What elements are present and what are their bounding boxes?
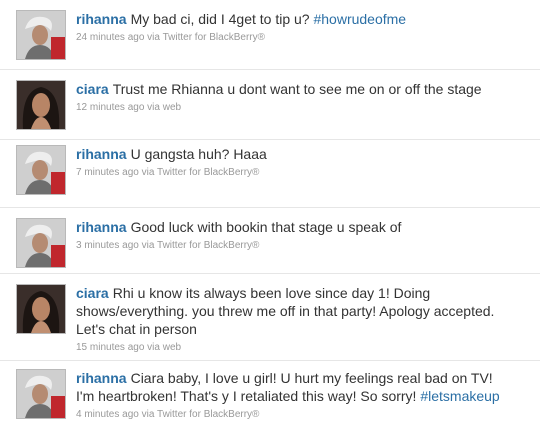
via-label: via [141, 167, 155, 178]
source-link[interactable]: Twitter for BlackBerry® [157, 409, 259, 420]
via-label: via [147, 102, 160, 113]
tweet-message: My bad ci, did I 4get to tip u? [130, 11, 310, 27]
avatar[interactable] [16, 218, 66, 268]
source-link[interactable]: web [163, 342, 181, 353]
username-link[interactable]: rihanna [76, 219, 127, 235]
divider [0, 139, 540, 140]
avatar[interactable] [16, 369, 66, 419]
source-link[interactable]: Twitter for BlackBerry® [157, 167, 259, 178]
hashtag-link[interactable]: #howrudeofme [313, 11, 406, 27]
tweet-feed: rihanna My bad ci, did I 4get to tip u? #… [0, 0, 540, 443]
tweet-meta: 24 minutes ago via Twitter for BlackBerr… [76, 31, 526, 44]
divider [0, 360, 540, 361]
avatar[interactable] [16, 284, 66, 334]
tweet-meta: 15 minutes ago via web [76, 341, 496, 354]
timestamp-link[interactable]: 3 minutes ago [76, 240, 139, 251]
avatar[interactable] [16, 10, 66, 60]
rihanna-avatar-image [17, 11, 65, 59]
timestamp-link[interactable]: 4 minutes ago [76, 409, 139, 420]
tweet-meta: 3 minutes ago via Twitter for BlackBerry… [76, 239, 526, 252]
avatar[interactable] [16, 80, 66, 130]
tweet-text: ciara Trust me Rhianna u dont want to see… [76, 80, 526, 98]
source-link[interactable]: Twitter for BlackBerry® [163, 32, 265, 43]
via-label: via [141, 409, 155, 420]
username-link[interactable]: rihanna [76, 146, 127, 162]
divider [0, 69, 540, 70]
via-label: via [147, 32, 160, 43]
rihanna-avatar-image [17, 370, 65, 418]
rihanna-avatar-image [17, 219, 65, 267]
username-link[interactable]: ciara [76, 285, 109, 301]
tweet-meta: 4 minutes ago via Twitter for BlackBerry… [76, 408, 511, 421]
tweet-text: rihanna My bad ci, did I 4get to tip u? #… [76, 10, 526, 28]
tweet-message: Rhi u know its always been love since da… [76, 285, 495, 337]
hashtag-link[interactable]: #letsmakeup [420, 388, 499, 404]
tweet-meta: 12 minutes ago via web [76, 101, 526, 114]
timestamp-link[interactable]: 24 minutes ago [76, 32, 144, 43]
source-link[interactable]: web [163, 102, 181, 113]
timestamp-link[interactable]: 7 minutes ago [76, 167, 139, 178]
via-label: via [147, 342, 160, 353]
tweet-meta: 7 minutes ago via Twitter for BlackBerry… [76, 166, 526, 179]
username-link[interactable]: rihanna [76, 11, 127, 27]
via-label: via [141, 240, 155, 251]
tweet-text: rihanna U gangsta huh? Haaa [76, 145, 526, 163]
tweet-message: U gangsta huh? Haaa [130, 146, 267, 162]
username-link[interactable]: rihanna [76, 370, 127, 386]
tweet-text: rihanna Good luck with bookin that stage … [76, 218, 526, 236]
avatar[interactable] [16, 145, 66, 195]
ciara-avatar-image [17, 81, 65, 129]
tweet-text: ciara Rhi u know its always been love sin… [76, 284, 496, 338]
rihanna-avatar-image [17, 146, 65, 194]
source-link[interactable]: Twitter for BlackBerry® [157, 240, 259, 251]
tweet-message: Trust me Rhianna u dont want to see me o… [112, 81, 482, 97]
divider [0, 207, 540, 208]
tweet-text: rihanna Ciara baby, I love u girl! U hurt… [76, 369, 511, 405]
timestamp-link[interactable]: 15 minutes ago [76, 342, 144, 353]
ciara-avatar-image [17, 285, 65, 333]
divider [0, 273, 540, 274]
timestamp-link[interactable]: 12 minutes ago [76, 102, 144, 113]
username-link[interactable]: ciara [76, 81, 109, 97]
tweet-message: Good luck with bookin that stage u speak… [130, 219, 402, 235]
